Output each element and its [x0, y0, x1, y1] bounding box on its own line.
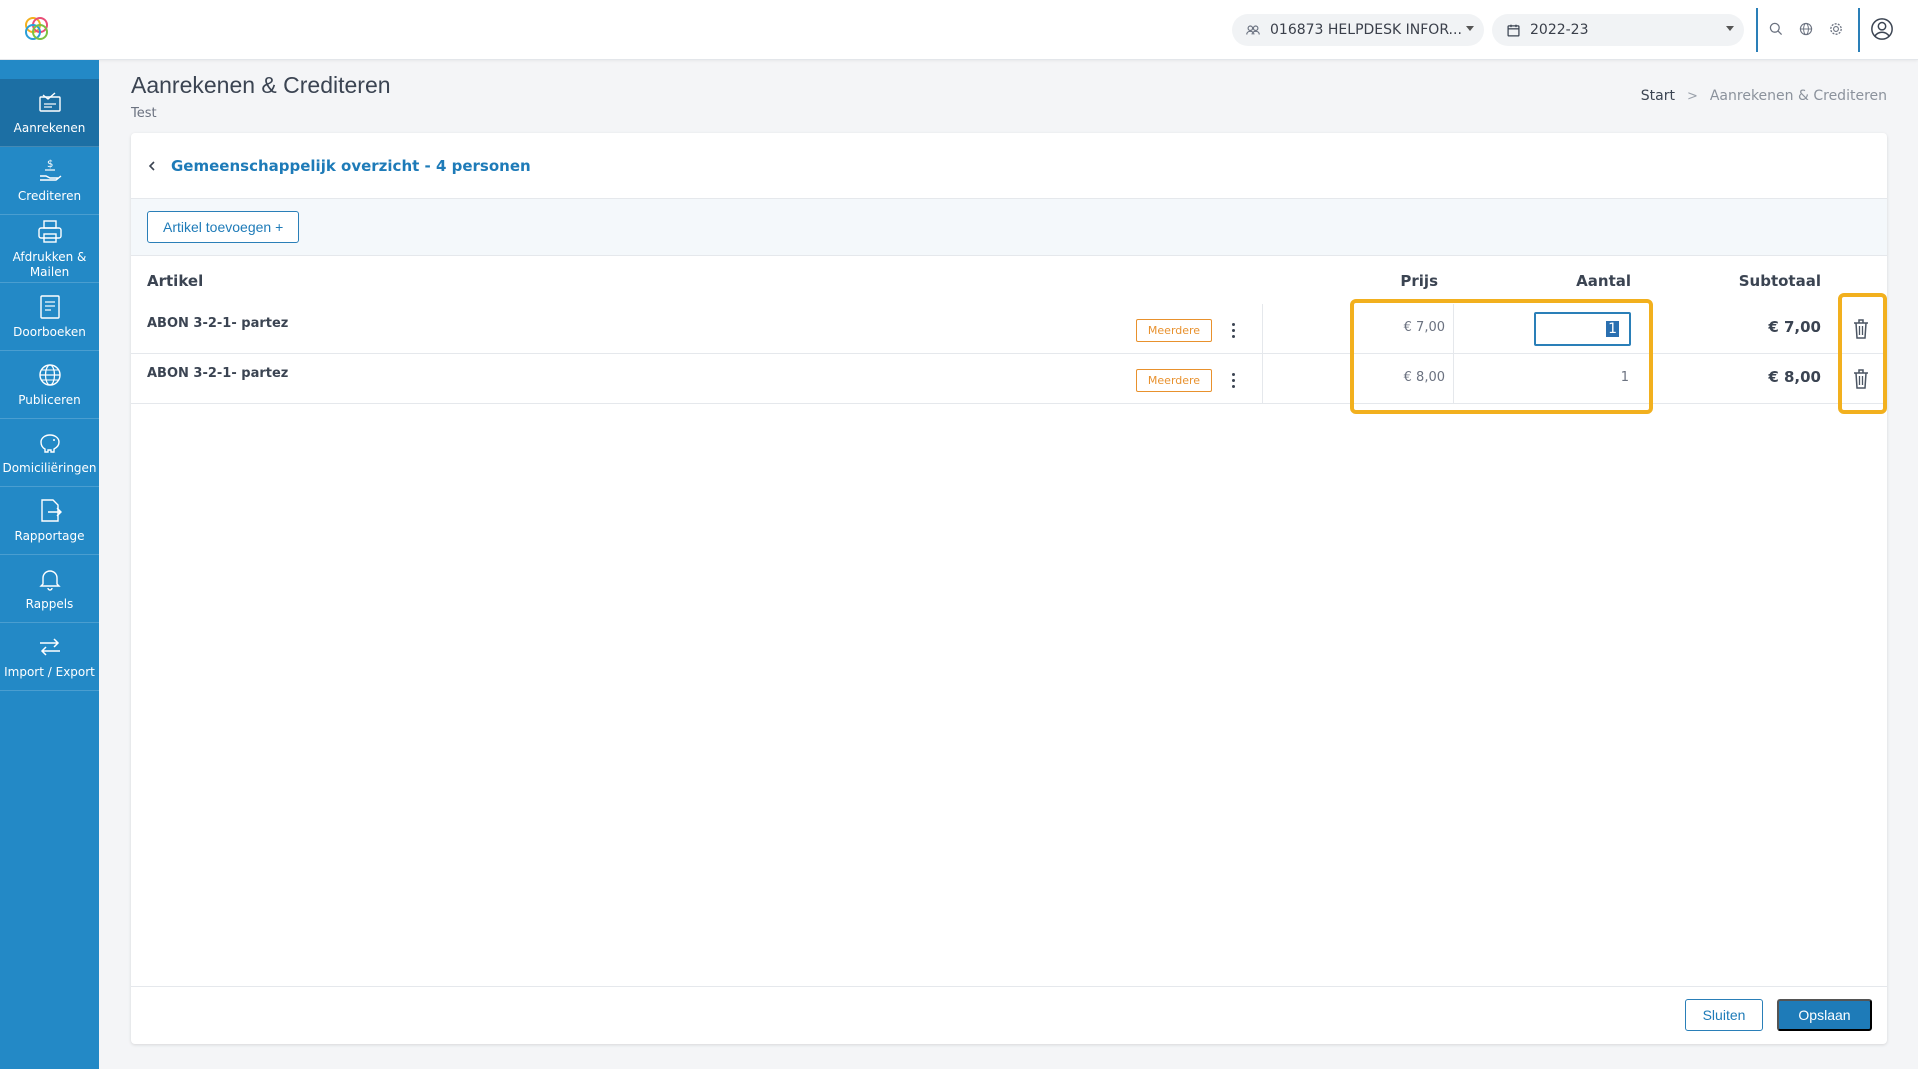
sidebar-item-label: Rapportage	[14, 529, 85, 543]
svg-text:$: $	[47, 159, 53, 170]
more-options-icon[interactable]	[1226, 319, 1240, 341]
breadcrumb-separator: >	[1686, 88, 1698, 104]
article-name: ABON 3-2-1- partez	[147, 366, 289, 381]
school-year-select-value: 2022-23	[1530, 22, 1589, 38]
group-icon	[1244, 21, 1262, 39]
card-toolbar: Artikel toevoegen +	[131, 199, 1887, 256]
bell-icon	[38, 570, 61, 591]
column-header-article: Artikel	[147, 272, 204, 290]
breadcrumb: Start > Aanrekenen & Crediteren	[1641, 88, 1887, 104]
sidebar-item-aanrekenen[interactable]: Aanrekenen	[0, 79, 99, 147]
sidebar-item-label: Aanrekenen	[13, 121, 86, 135]
report-export-icon	[40, 499, 62, 522]
page-title: Aanrekenen & Crediteren	[131, 72, 391, 98]
sidebar-item-rapportage[interactable]: Rapportage	[0, 487, 99, 555]
divider	[1262, 304, 1263, 354]
column-header-quantity: Aantal	[1576, 272, 1631, 290]
sidebar: Aanrekenen $ Crediteren Afdrukken & Mail…	[0, 60, 99, 1069]
invoice-icon	[38, 92, 61, 112]
hand-coin-icon: $	[39, 159, 61, 181]
column-header-subtotal: Subtotaal	[1738, 272, 1821, 290]
main-card: Gemeenschappelijk overzicht - 4 personen…	[131, 133, 1887, 1044]
globe-icon	[38, 364, 61, 386]
breadcrumb-start-link[interactable]: Start	[1641, 88, 1675, 104]
sidebar-item-label: Publiceren	[18, 393, 81, 407]
sidebar-item-label: Afdrukken & Mailen	[12, 249, 87, 279]
sidebar-item-crediteren[interactable]: $ Crediteren	[0, 147, 99, 215]
column-header-price: Prijs	[1400, 272, 1438, 290]
sidebar-item-doorboeken[interactable]: Doorboeken	[0, 283, 99, 351]
sidebar-item-afdrukken-mailen[interactable]: Afdrukken & Mailen	[0, 215, 99, 283]
chevron-left-icon[interactable]	[141, 155, 163, 177]
multiple-badge[interactable]: Meerdere	[1136, 319, 1212, 342]
globe-icon[interactable]	[1795, 18, 1817, 40]
sidebar-item-rappels[interactable]: Rappels	[0, 555, 99, 623]
sidebar-item-publiceren[interactable]: Publiceren	[0, 351, 99, 419]
close-button[interactable]: Sluiten	[1685, 999, 1763, 1031]
user-avatar-icon[interactable]	[1869, 16, 1895, 42]
card-header: Gemeenschappelijk overzicht - 4 personen	[131, 133, 1887, 199]
delete-column-highlight	[1838, 293, 1887, 414]
price-quantity-highlight	[1350, 299, 1653, 414]
subtotal-value: € 8,00	[1768, 368, 1821, 386]
divider	[1262, 354, 1263, 404]
search-icon[interactable]	[1765, 18, 1787, 40]
swap-arrows-icon	[39, 638, 60, 656]
organisation-select-value: 016873 HELPDESK INFOR...	[1270, 22, 1462, 38]
sidebar-item-domicilieringen[interactable]: Domiciliëringen	[0, 419, 99, 487]
chevron-down-icon	[1466, 26, 1474, 31]
more-options-icon[interactable]	[1226, 369, 1240, 391]
app-logo[interactable]	[18, 10, 56, 48]
organisation-select[interactable]: 016873 HELPDESK INFOR...	[1232, 14, 1484, 46]
subtotal-value: € 7,00	[1768, 318, 1821, 336]
gear-icon[interactable]	[1825, 18, 1847, 40]
divider	[1858, 8, 1860, 52]
card-footer: Sluiten Opslaan	[131, 986, 1887, 1044]
add-article-button[interactable]: Artikel toevoegen +	[147, 211, 300, 243]
sidebar-item-label: Crediteren	[17, 189, 82, 203]
calendar-icon	[1504, 21, 1522, 39]
top-bar: 016873 HELPDESK INFOR... 2022-23	[0, 0, 1918, 60]
sidebar-item-label: Domiciliëringen	[2, 461, 97, 475]
sidebar-item-label: Import / Export	[4, 665, 95, 679]
card-header-title[interactable]: Gemeenschappelijk overzicht - 4 personen	[171, 157, 531, 175]
article-name: ABON 3-2-1- partez	[147, 316, 289, 331]
ledger-book-icon	[39, 295, 60, 319]
divider	[1756, 8, 1758, 52]
printer-icon	[37, 219, 62, 243]
piggy-bank-icon	[39, 434, 60, 453]
sidebar-item-label: Doorboeken	[13, 325, 86, 339]
school-year-select[interactable]: 2022-23	[1492, 14, 1744, 46]
multiple-badge[interactable]: Meerdere	[1136, 369, 1212, 392]
sidebar-item-import-export[interactable]: Import / Export	[0, 623, 99, 691]
save-button[interactable]: Opslaan	[1777, 999, 1872, 1031]
page-subtitle: Test	[131, 106, 157, 121]
table-header: Artikel Prijs Aantal Subtotaal	[131, 256, 1887, 304]
breadcrumb-current: Aanrekenen & Crediteren	[1709, 88, 1887, 104]
sidebar-item-label: Rappels	[25, 597, 74, 611]
chevron-down-icon	[1726, 26, 1734, 31]
